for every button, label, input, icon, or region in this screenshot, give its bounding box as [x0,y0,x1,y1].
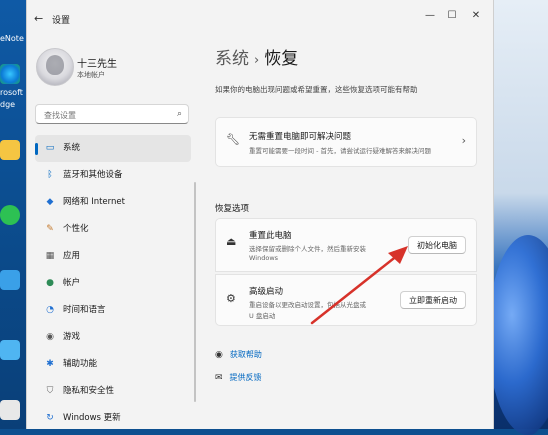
sidebar-item-windows-update[interactable]: ↻ Windows 更新 [35,405,191,432]
desktop-icon-label: dge [0,100,16,109]
window-title: 设置 [52,16,71,26]
sidebar-item-label: 个性化 [63,224,89,234]
avatar[interactable] [36,48,74,86]
desktop-strip: eNote rosoft dge [0,0,26,429]
breadcrumb-parent[interactable]: 系统 [215,49,249,69]
advanced-startup-icon: ⚙ [226,292,236,305]
breadcrumb: 系统 › 恢复 [215,44,298,69]
reset-pc-card: ⏏ 重置此电脑 选择保留或删除个人文件，然后重新安装 Windows 初始化电脑 [215,218,477,272]
close-button[interactable]: ✕ [469,10,483,21]
back-arrow-icon[interactable]: ← [34,12,43,25]
sidebar-item-accounts[interactable]: ● 帐户 [35,270,191,297]
sidebar-item-label: 应用 [63,251,81,261]
wallpaper-bloom [488,235,548,435]
bluetooth-icon: ᛒ [47,170,53,180]
main-content: 系统 › 恢复 如果你的电脑出现问题或希望重置，这些恢复选项可能有帮助 🔧︎ 无需重… [197,32,493,429]
globe-clock-icon: ◔ [46,305,54,315]
title-bar: ← 设置 — ☐ ✕ [27,0,493,32]
sidebar-item-label: 辅助功能 [63,359,98,369]
sidebar-item-bluetooth[interactable]: ᛒ 蓝牙和其他设备 [35,162,191,189]
monitor-desktop-icon[interactable] [0,270,20,290]
advanced-startup-subtitle-line2: U 盘启动 [249,312,276,320]
sidebar-item-accessibility[interactable]: ✱ 辅助功能 [35,351,191,378]
gamepad-icon: ◉ [46,332,54,342]
chevron-right-icon: › [461,134,466,147]
sidebar: 十三先生 本地帐户 ⌕ ▭ 系统 ᛒ 蓝牙和其他设备 ◆ 网络和 Interne… [27,32,197,429]
monitor-icon: ▭ [45,143,55,153]
sidebar-item-label: 蓝牙和其他设备 [63,170,123,180]
minimize-button[interactable]: — [423,10,437,21]
feedback-icon: ✉ [215,373,223,383]
help-icon: ◉ [215,350,223,360]
search-input[interactable] [42,107,171,123]
sidebar-item-apps[interactable]: ▦ 应用 [35,243,191,270]
wrench-icon: 🔧︎ [226,133,240,146]
sidebar-item-time-language[interactable]: ◔ 时间和语言 [35,297,191,324]
breadcrumb-separator: › [254,53,260,68]
reset-pc-button[interactable]: 初始化电脑 [408,236,466,254]
user-name: 十三先生 [77,59,117,70]
desktop-wallpaper [488,0,548,435]
sidebar-item-privacy[interactable]: ⛉ 隐私和安全性 [35,378,191,405]
reset-pc-icon: ⏏ [226,235,237,248]
sidebar-item-label: Windows 更新 [63,413,121,423]
sidebar-nav: ▭ 系统 ᛒ 蓝牙和其他设备 ◆ 网络和 Internet ✎ 个性化 ▦ 应用… [35,135,191,432]
get-help-link[interactable]: ◉ 获取帮助 [215,349,262,360]
advanced-startup-card: ⚙ 高级启动 重启设备以更改启动设置，包括从光盘或 U 盘启动 立即重新启动 [215,274,477,326]
troubleshoot-subtitle: 重置可能需要一段时间 - 首先，请尝试运行疑难解答来解决问题 [249,147,431,155]
page-description: 如果你的电脑出现问题或希望重置，这些恢复选项可能有帮助 [215,85,418,94]
sidebar-item-personalization[interactable]: ✎ 个性化 [35,216,191,243]
reset-pc-subtitle-line2: Windows [249,254,279,262]
page-title: 恢复 [264,49,299,69]
sidebar-item-label: 网络和 Internet [63,197,125,207]
sidebar-item-network[interactable]: ◆ 网络和 Internet [35,189,191,216]
sidebar-item-label: 系统 [63,143,81,153]
sidebar-item-label: 时间和语言 [63,305,106,315]
desktop-icon-label: rosoft [0,88,23,97]
apps-icon: ▦ [45,251,55,261]
wifi-icon: ◆ [46,197,54,207]
troubleshoot-card[interactable]: 🔧︎ 无需重置电脑即可解决问题 重置可能需要一段时间 - 首先，请尝试运行疑难解… [215,117,477,167]
recovery-options-heading: 恢复选项 [215,204,250,214]
wechat-icon[interactable] [0,205,20,225]
advanced-startup-subtitle: 重启设备以更改启动设置，包括从光盘或 [249,301,366,309]
account-type: 本地帐户 [77,71,105,79]
search-icon[interactable]: ⌕ [177,109,182,119]
brush-icon: ✎ [46,224,54,234]
troubleshoot-title: 无需重置电脑即可解决问题 [249,132,352,142]
edge-icon[interactable] [0,64,20,84]
sidebar-scrollbar[interactable] [194,182,196,402]
settings-window: ← 设置 — ☐ ✕ 十三先生 本地帐户 ⌕ ▭ 系统 ᛒ 蓝牙和其他设备 ◆ … [26,0,494,429]
give-feedback-link[interactable]: ✉ 提供反馈 [215,372,262,383]
reset-pc-title: 重置此电脑 [249,231,292,241]
sidebar-item-label: 帐户 [63,278,81,288]
person-icon: ● [46,278,54,288]
monitor-desktop-icon[interactable] [0,340,20,360]
update-icon: ↻ [46,413,54,423]
sidebar-item-gaming[interactable]: ◉ 游戏 [35,324,191,351]
get-help-label: 获取帮助 [229,350,262,359]
reset-pc-subtitle: 选择保留或删除个人文件，然后重新安装 [249,245,366,253]
sidebar-item-system[interactable]: ▭ 系统 [35,135,191,162]
restart-now-button[interactable]: 立即重新启动 [400,291,466,309]
file-icon[interactable] [0,400,20,420]
sidebar-item-label: 隐私和安全性 [63,386,115,396]
search-box[interactable]: ⌕ [35,104,189,124]
shield-icon: ⛉ [46,386,54,396]
folder-icon[interactable] [0,140,20,160]
desktop-icon-label: eNote [0,34,24,43]
accessibility-icon: ✱ [46,359,54,369]
maximize-button[interactable]: ☐ [445,10,459,21]
advanced-startup-title: 高级启动 [249,287,284,297]
give-feedback-label: 提供反馈 [229,373,262,382]
sidebar-item-label: 游戏 [63,332,81,342]
